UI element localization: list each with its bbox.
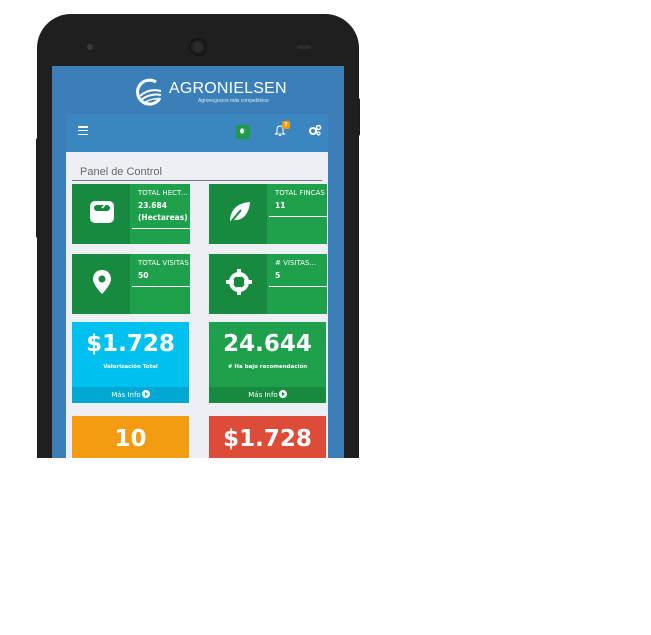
phone-sensor: [297, 45, 311, 49]
mas-info-text: Más Info: [248, 391, 278, 399]
red-stat-box: $1.728: [209, 416, 326, 458]
brand-name: AGRONIELSEN: [169, 80, 287, 97]
stat-value: 23.684: [138, 201, 167, 210]
brand-header: AGRONIELSEN Agronegocios más competitivo…: [52, 76, 344, 106]
mas-info-link[interactable]: Más Info: [209, 387, 326, 403]
stat-value: 5: [275, 271, 281, 280]
gears-icon[interactable]: [308, 124, 322, 139]
stat-label: TOTAL FINCAS: [275, 189, 325, 197]
flag-icon[interactable]: [236, 125, 250, 139]
valorizacion-label: Valorización Total: [103, 364, 158, 370]
stat-box-fincas[interactable]: TOTAL FINCAS 11: [209, 184, 327, 244]
stat-label: TOTAL HECTAREAS: [138, 189, 190, 197]
stat-icon-wrap: [72, 254, 130, 314]
agronielsen-logo-icon: [136, 78, 162, 106]
mas-info-link[interactable]: Más Info: [72, 387, 189, 403]
stat-box-visitas[interactable]: TOTAL VISITAS 50: [72, 254, 190, 314]
stat-info: TOTAL VISITAS 50: [138, 258, 190, 282]
top-navbar: 8: [66, 114, 328, 152]
stat-icon-wrap: [209, 184, 267, 244]
hectareas-recomendacion-box: 24.644 # Ha bajo recomendación Más Info: [209, 322, 326, 403]
valorizacion-value: $1.728: [86, 331, 175, 357]
notification-count-badge: 8: [282, 121, 290, 129]
dashboard-content: Panel de Control TOTAL HECTAREAS 23.684 …: [66, 152, 328, 458]
page-title: Panel de Control: [80, 166, 162, 178]
valorizacion-box: $1.728 Valorización Total Más Info: [72, 322, 189, 403]
stat-label: TOTAL VISITAS: [138, 259, 189, 267]
leaf-icon: [229, 202, 250, 224]
phone-camera: [87, 44, 93, 50]
phone-speaker: [189, 38, 207, 56]
hectareas-label: # Ha bajo recomendación: [227, 364, 308, 370]
map-marker-icon: [93, 270, 111, 294]
stat-info: TOTAL HECTAREAS 23.684 (Hectareas): [138, 188, 190, 224]
title-divider: [72, 180, 322, 181]
app-screen: AGRONIELSEN Agronegocios más competitivo…: [52, 66, 344, 458]
stat-progress-rule: [269, 286, 327, 287]
stat-box-hectareas[interactable]: TOTAL HECTAREAS 23.684 (Hectareas): [72, 184, 190, 244]
hamburger-icon[interactable]: [78, 126, 88, 138]
brand-tagline: Agronegocios más competitivos: [198, 98, 269, 104]
arrow-circle-right-icon: [141, 390, 150, 398]
orange-stat-value: 10: [114, 426, 147, 452]
hectareas-value: 24.644: [223, 331, 312, 357]
orange-stat-box: 10: [72, 416, 189, 458]
stat-info: # VISITAS... 5: [275, 258, 327, 282]
stat-progress-rule: [269, 216, 327, 217]
stat-value: 50: [138, 271, 149, 280]
stat-info: TOTAL FINCAS 11: [275, 188, 327, 212]
scale-icon: [90, 201, 114, 223]
stat-unit: (Hectareas): [138, 213, 188, 222]
stat-label: # VISITAS...: [275, 259, 317, 267]
stat-box-visitas-2[interactable]: # VISITAS... 5: [209, 254, 327, 314]
crosshairs-icon: [226, 269, 252, 295]
stat-progress-rule: [132, 228, 190, 229]
stat-progress-rule: [132, 286, 190, 287]
stat-icon-wrap: [72, 184, 130, 244]
arrow-circle-right-icon: [278, 390, 287, 398]
stat-icon-wrap: [209, 254, 267, 314]
stat-value: 11: [275, 201, 286, 210]
mas-info-text: Más Info: [111, 391, 141, 399]
red-stat-value: $1.728: [223, 426, 312, 452]
